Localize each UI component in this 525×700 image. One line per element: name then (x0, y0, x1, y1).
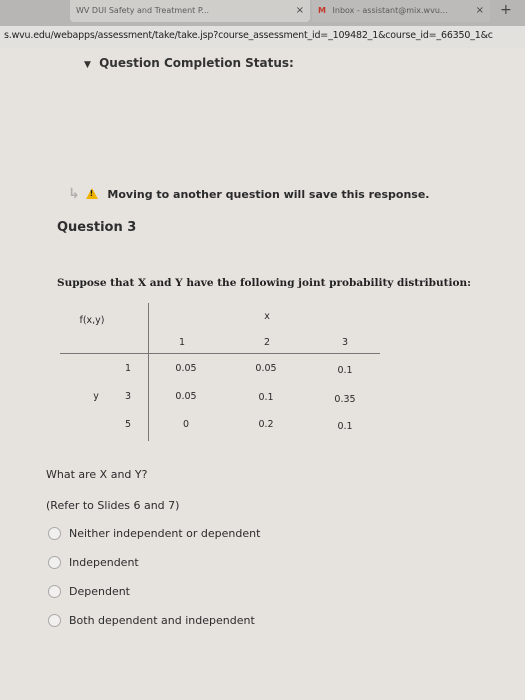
gmail-icon: M (318, 6, 326, 15)
collapse-triangle-icon: ▼ (84, 60, 91, 70)
radio-button[interactable] (48, 556, 61, 569)
y-value: 1 (124, 363, 132, 374)
new-tab-button[interactable]: + (500, 2, 512, 18)
status-title: Question Completion Status: (99, 56, 294, 70)
table-horizontal-divider (60, 353, 380, 354)
question-title: Question 3 (57, 220, 137, 235)
probability-cell: 0.05 (175, 391, 197, 402)
browser-tab-bar: WV DUI Safety and Treatment P... × M Inb… (0, 0, 525, 26)
probability-cell: 0.1 (337, 421, 353, 432)
close-icon[interactable]: × (476, 0, 484, 22)
question-completion-status[interactable]: ▼ Question Completion Status: (84, 56, 294, 70)
return-arrow-icon: ↳ (68, 186, 80, 202)
option-label: Neither independent or dependent (69, 527, 261, 540)
option-neither[interactable]: Neither independent or dependent (48, 527, 260, 540)
probability-cell: 0.35 (334, 394, 356, 405)
x-value: 1 (178, 337, 186, 348)
browser-tab-inbox[interactable]: M Inbox - assistant@mix.wvu... × (312, 0, 490, 22)
notice-text: Moving to another question will save thi… (107, 188, 430, 201)
radio-button[interactable] (48, 527, 61, 540)
browser-tab-wv-dui[interactable]: WV DUI Safety and Treatment P... × (70, 0, 310, 22)
save-notice: ↳ Moving to another question will save t… (68, 186, 429, 202)
probability-cell: 0.05 (175, 363, 197, 374)
x-value: 3 (341, 337, 349, 348)
question-text: What are X and Y? (46, 468, 148, 481)
option-label: Both dependent and independent (69, 614, 255, 627)
table-vertical-divider (148, 303, 149, 441)
option-label: Dependent (69, 585, 130, 598)
y-value: 3 (124, 391, 132, 402)
question-prompt: Suppose that X and Y have the following … (57, 277, 471, 289)
option-dependent[interactable]: Dependent (48, 585, 130, 598)
question-hint: (Refer to Slides 6 and 7) (46, 499, 180, 512)
url-text[interactable]: s.wvu.edu/webapps/assessment/take/take.j… (4, 30, 493, 41)
probability-cell: 0.1 (337, 365, 353, 376)
x-value: 2 (263, 337, 271, 348)
address-bar[interactable]: s.wvu.edu/webapps/assessment/take/take.j… (0, 26, 525, 49)
joint-probability-table: f(x,y) x 1 2 3 y 1 0.05 0.05 0.1 3 0.05 … (60, 303, 390, 448)
table-corner-label: f(x,y) (79, 315, 105, 326)
radio-button[interactable] (48, 614, 61, 627)
probability-cell: 0.1 (258, 392, 274, 403)
option-both[interactable]: Both dependent and independent (48, 614, 255, 627)
tab-label: Inbox - assistant@mix.wvu... (332, 6, 448, 15)
y-value: 5 (124, 419, 132, 430)
probability-cell: 0 (182, 419, 190, 430)
radio-button[interactable] (48, 585, 61, 598)
probability-cell: 0.05 (255, 363, 277, 374)
assessment-page: ▼ Question Completion Status: ↳ Moving t… (0, 48, 525, 700)
tab-label: WV DUI Safety and Treatment P... (76, 6, 210, 15)
option-label: Independent (69, 556, 139, 569)
option-independent[interactable]: Independent (48, 556, 139, 569)
warning-icon (85, 188, 98, 199)
probability-cell: 0.2 (258, 419, 274, 430)
x-axis-label: x (264, 311, 270, 322)
close-icon[interactable]: × (296, 0, 304, 22)
